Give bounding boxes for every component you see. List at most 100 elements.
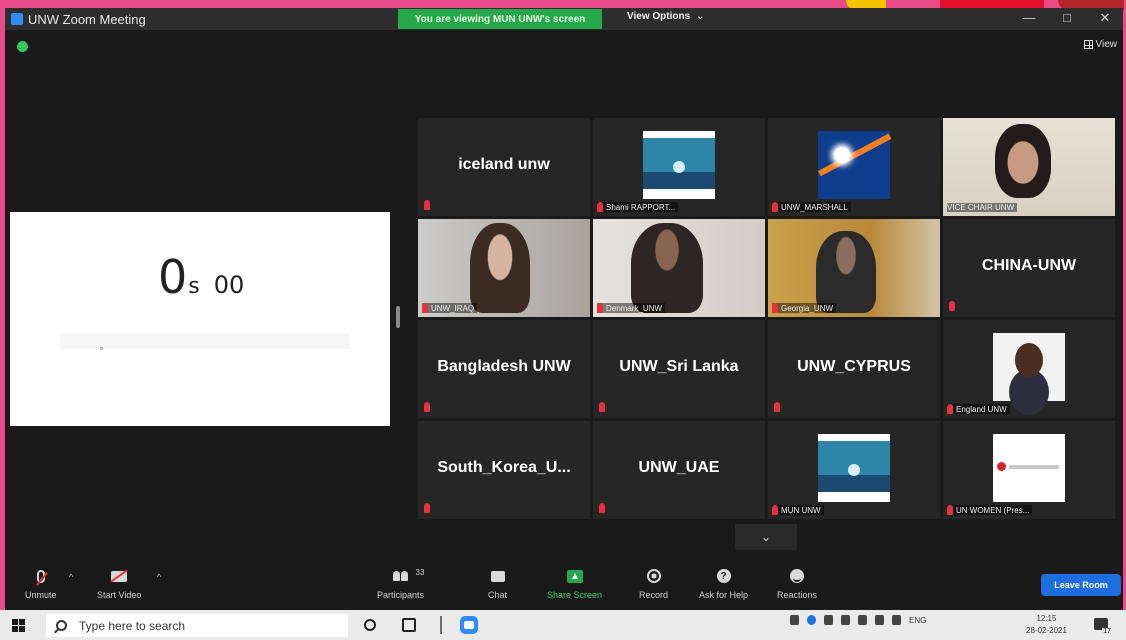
gallery-next-page-button[interactable]: ⌄ [735, 524, 797, 550]
windows-taskbar: Type here to search ENG 12:15 28-02-2021 [0, 610, 1126, 640]
participant-name: Denmark_UNW [606, 303, 663, 313]
clock-date: 28-02-2021 [1026, 626, 1067, 635]
cortana-icon[interactable] [364, 619, 376, 631]
timer-seconds: 0 [158, 250, 188, 304]
video-tile[interactable]: UN WOMEN (Pres... [943, 421, 1115, 519]
power-icon[interactable] [892, 615, 901, 625]
leave-room-button[interactable]: Leave Room [1041, 574, 1121, 596]
participant-name: Shami RAPPORT... [606, 202, 676, 212]
file-explorer-icon[interactable] [440, 616, 442, 634]
chevron-down-icon: ⌄ [696, 11, 705, 22]
participant-name: iceland unw [458, 156, 550, 173]
mic-muted-icon [774, 402, 780, 412]
network-icon[interactable] [858, 615, 867, 625]
participant-label: VICE CHAIR UNW [947, 203, 1018, 212]
split-view-handle[interactable] [396, 306, 400, 328]
search-icon [56, 620, 67, 631]
shared-screen-view[interactable]: 0 s 00 [10, 212, 390, 426]
video-tile[interactable]: Shami RAPPORT... [593, 118, 765, 216]
tray-overflow-icon[interactable] [790, 615, 799, 625]
gallery-view-button[interactable]: View [1083, 39, 1117, 50]
meeting-toolbar: Unmute ^ Start Video ^ 33 Participants C… [5, 564, 1123, 610]
unmute-label: Unmute [25, 590, 57, 600]
participant-name: UNW_Sri Lanka [619, 358, 739, 375]
view-options-label: View Options [627, 11, 691, 22]
mic-muted-icon [422, 303, 428, 313]
windows-start-icon[interactable] [12, 619, 26, 632]
reactions-icon [790, 569, 805, 583]
start-video-label: Start Video [97, 590, 142, 600]
participants-count: 33 [415, 568, 425, 577]
participant-label: Georgia_UNW [772, 303, 837, 313]
video-tile[interactable]: CHINA-UNW [943, 219, 1115, 317]
video-tile[interactable]: UNW_UAE [593, 421, 765, 519]
chat-button[interactable]: Chat [488, 568, 507, 600]
share-screen-icon [566, 569, 583, 583]
mic-tray-icon[interactable] [875, 615, 884, 625]
language-indicator[interactable]: ENG [909, 616, 926, 625]
reactions-label: Reactions [777, 590, 818, 600]
record-label: Record [639, 590, 669, 600]
taskbar-clock[interactable]: 12:15 28-02-2021 [1026, 613, 1067, 637]
participant-name: UNW_UAE [638, 459, 720, 476]
mic-muted-icon [424, 503, 430, 513]
task-view-icon[interactable] [402, 618, 416, 632]
participant-video [943, 118, 1115, 216]
mic-muted-icon [597, 303, 603, 313]
maximize-button[interactable]: □ [1053, 10, 1081, 25]
share-screen-button[interactable]: Share Screen [547, 568, 602, 600]
participants-button[interactable]: 33 Participants [377, 568, 424, 600]
profile-picture [993, 434, 1065, 502]
zoom-taskbar-icon[interactable] [460, 616, 478, 634]
participant-label: MUN UNW [772, 505, 824, 515]
profile-picture [993, 333, 1065, 401]
mic-muted-icon [599, 503, 605, 513]
record-button[interactable]: Record [639, 568, 668, 600]
video-tile[interactable]: South_Korea_U... [418, 421, 590, 519]
view-options-button[interactable]: View Options ⌄ [627, 11, 705, 22]
mic-muted-icon [597, 202, 603, 212]
participants-icon [393, 571, 409, 581]
timer-unit: s [188, 274, 200, 299]
video-tile-active-speaker[interactable]: VICE CHAIR UNW [943, 118, 1115, 216]
participant-label: UNW_MARSHALL [772, 202, 851, 212]
video-tile[interactable]: UNW_IRAQ [418, 219, 590, 317]
unmute-button[interactable]: Unmute [25, 568, 57, 600]
video-tile[interactable]: UNW_Sri Lanka [593, 320, 765, 418]
participant-name: UNW_MARSHALL [781, 202, 848, 212]
reactions-button[interactable]: Reactions [777, 568, 817, 600]
video-tile[interactable]: Georgia_UNW [768, 219, 940, 317]
volume-icon[interactable] [841, 615, 850, 625]
zoom-app-icon [11, 13, 23, 25]
video-tile[interactable]: MUN UNW [768, 421, 940, 519]
video-tile[interactable]: Bangladesh UNW [418, 320, 590, 418]
start-video-button[interactable]: Start Video [97, 568, 141, 600]
countdown-timer: 0 s 00 [158, 250, 244, 304]
record-icon [646, 569, 661, 583]
ask-for-help-button[interactable]: ? Ask for Help [699, 568, 748, 600]
video-tile[interactable]: Denmark_UNW [593, 219, 765, 317]
notifications-icon[interactable] [1094, 618, 1112, 635]
zoom-window: UNW Zoom Meeting You are viewing MUN UNW… [5, 8, 1123, 610]
battery-icon[interactable] [824, 615, 833, 625]
mic-muted-icon [772, 303, 778, 313]
audio-options-caret-icon[interactable]: ^ [69, 572, 73, 582]
security-shield-icon[interactable] [17, 41, 28, 52]
participant-label: Denmark_UNW [597, 303, 666, 313]
flag-picture [818, 131, 890, 199]
help-icon: ? [716, 569, 731, 583]
video-tile[interactable]: UNW_CYPRUS [768, 320, 940, 418]
video-tile[interactable]: UNW_MARSHALL [768, 118, 940, 216]
mic-muted-icon [772, 202, 778, 212]
chat-icon [490, 570, 505, 582]
onedrive-icon[interactable] [807, 615, 816, 625]
mic-muted-icon [424, 200, 430, 210]
video-options-caret-icon[interactable]: ^ [157, 572, 161, 582]
minimize-button[interactable]: — [1015, 10, 1043, 25]
participants-label: Participants [377, 590, 425, 600]
video-tile[interactable]: iceland unw [418, 118, 590, 216]
taskbar-search-input[interactable]: Type here to search [46, 614, 348, 637]
window-title: UNW Zoom Meeting [28, 11, 146, 27]
video-tile[interactable]: England UNW [943, 320, 1115, 418]
close-button[interactable]: ✕ [1091, 10, 1119, 26]
